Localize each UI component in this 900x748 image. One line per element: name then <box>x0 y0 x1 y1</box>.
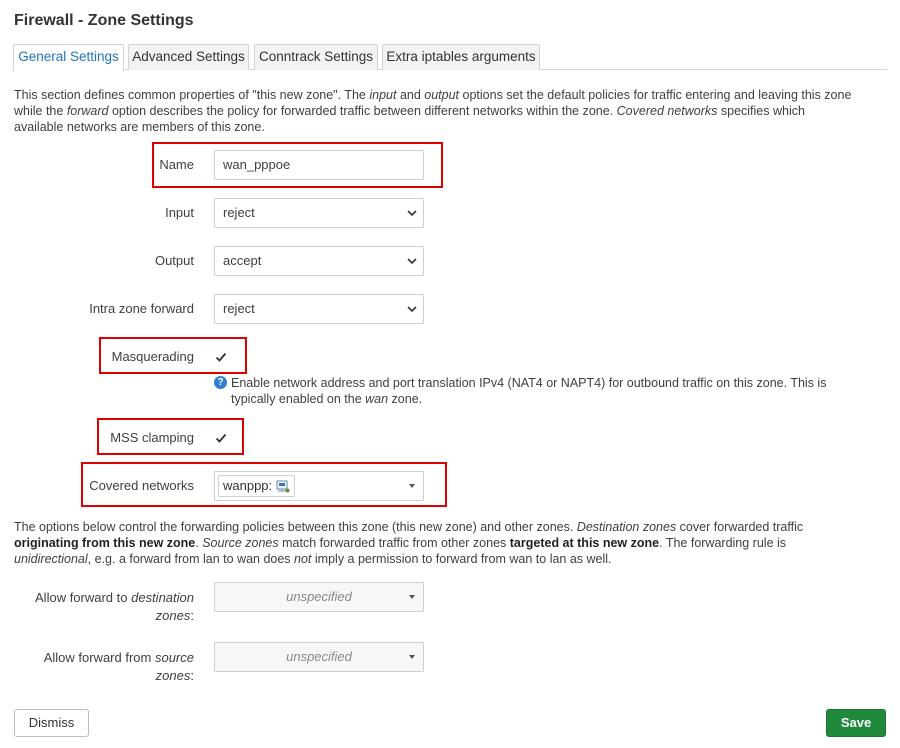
name-input[interactable]: wan_pppoe <box>214 150 424 180</box>
tab-conntrack-settings[interactable]: Conntrack Settings <box>254 44 378 70</box>
input-select-value: reject <box>223 205 255 220</box>
masquerading-checkbox[interactable] <box>214 350 228 364</box>
output-select[interactable]: accept <box>214 246 424 276</box>
input-select[interactable]: reject <box>214 198 424 228</box>
intro-text: while the <box>14 104 67 118</box>
allow-forward-destination-dropdown[interactable]: unspecified <box>214 582 424 612</box>
help-text: zone. <box>388 392 423 406</box>
chevron-down-icon <box>407 258 417 265</box>
caret-down-icon <box>409 595 415 599</box>
network-chip-label: wanppp: <box>223 478 273 493</box>
chevron-down-icon <box>407 306 417 313</box>
fw-text: . The forwarding rule is <box>659 536 787 550</box>
intro-text: options set the default policies for tra… <box>459 88 852 102</box>
caret-down-icon <box>409 655 415 659</box>
label-emph: zones <box>155 608 191 623</box>
save-button[interactable]: Save <box>826 709 886 737</box>
intro-description: This section defines common properties o… <box>14 87 851 135</box>
intro-text: and <box>396 88 425 102</box>
tab-bar: General Settings Advanced Settings Connt… <box>13 44 887 71</box>
checkmark-icon <box>215 352 227 362</box>
help-text: typically enabled on the <box>231 392 366 406</box>
fw-emph: Destination zones <box>576 520 677 534</box>
help-text: Enable network address and port translat… <box>231 376 827 390</box>
fw-emph: Source zones <box>202 536 279 550</box>
output-label: Output <box>154 253 194 268</box>
help-icon: ? <box>214 376 227 389</box>
network-chip-wanppp[interactable]: wanppp: <box>218 475 296 497</box>
label-emph: zones <box>155 668 191 683</box>
help-emph: wan <box>365 392 389 406</box>
mss-clamping-label: MSS clamping <box>110 430 194 445</box>
intro-text: This section defines common properties o… <box>14 88 370 102</box>
tab-extra-iptables-arguments[interactable]: Extra iptables arguments <box>382 44 540 70</box>
dialog-title: Firewall - Zone Settings <box>14 12 194 29</box>
intro-emph: input <box>369 88 397 102</box>
intro-emph: output <box>424 88 460 102</box>
checkmark-icon <box>215 433 227 443</box>
chevron-down-icon <box>407 210 417 217</box>
allow-forward-source-label: Allow forward from source zones: <box>14 649 194 685</box>
intro-emph: forward <box>66 104 109 118</box>
forwarding-description: The options below control the forwarding… <box>14 519 803 567</box>
intra-zone-forward-select[interactable]: reject <box>214 294 424 324</box>
fw-text: , e.g. a forward from lan to wan does <box>87 552 295 566</box>
intro-text: available networks are members of this z… <box>14 120 265 134</box>
input-label: Input <box>165 205 194 220</box>
intra-zone-forward-value: reject <box>223 301 255 316</box>
fw-strong: targeted at this new zone <box>509 536 660 550</box>
mss-clamping-checkbox[interactable] <box>214 431 228 445</box>
label-part: : <box>190 608 194 623</box>
intro-text: option describes the policy for forwarde… <box>108 104 617 118</box>
fw-text: cover forwarded traffic <box>676 520 804 534</box>
masquerading-help: Enable network address and port translat… <box>231 375 826 407</box>
tab-advanced-settings[interactable]: Advanced Settings <box>128 44 249 70</box>
fw-text: match forwarded traffic from other zones <box>278 536 510 550</box>
allow-forward-source-dropdown[interactable]: unspecified <box>214 642 424 672</box>
fw-text: imply a permission to forward from wan t… <box>311 552 612 566</box>
caret-down-icon <box>409 484 415 488</box>
intra-zone-forward-label: Intra zone forward <box>89 301 194 316</box>
label-emph: destination <box>131 590 194 605</box>
fw-text: The options below control the forwarding… <box>14 520 577 534</box>
fw-emph: unidirectional <box>14 552 88 566</box>
network-interface-icon <box>276 480 290 493</box>
fw-emph: not <box>294 552 312 566</box>
intro-emph: Covered networks <box>616 104 718 118</box>
label-part: : <box>190 668 194 683</box>
destination-zones-value: unspecified <box>286 589 352 604</box>
label-emph: source <box>154 650 194 665</box>
fw-strong: originating from this new zone <box>14 536 196 550</box>
allow-forward-destination-label: Allow forward to destination zones: <box>14 589 194 625</box>
output-select-value: accept <box>223 253 262 268</box>
intro-text: specifies which <box>717 104 805 118</box>
label-part: Allow forward to <box>35 590 132 605</box>
dismiss-button[interactable]: Dismiss <box>14 709 89 737</box>
tab-general-settings[interactable]: General Settings <box>13 44 124 71</box>
label-part: Allow forward from <box>43 650 155 665</box>
covered-networks-label: Covered networks <box>89 478 194 493</box>
masquerading-label: Masquerading <box>111 349 194 364</box>
name-label: Name <box>159 157 194 172</box>
source-zones-value: unspecified <box>286 649 352 664</box>
